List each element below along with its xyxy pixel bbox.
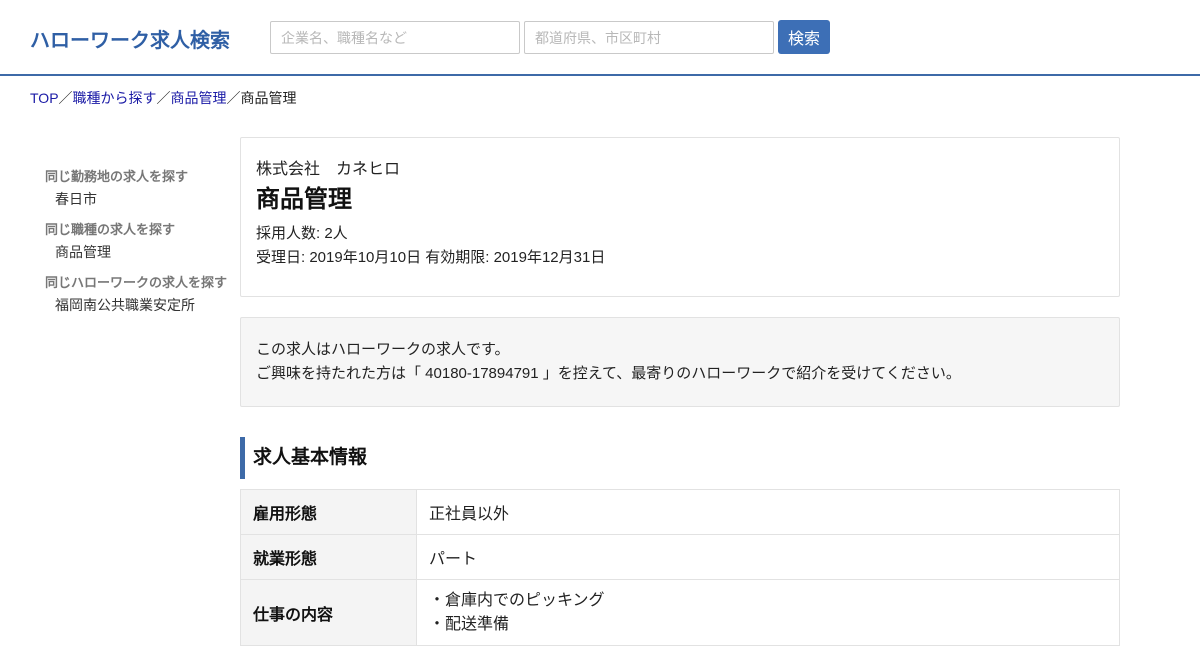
row-value: 正社員以外: [416, 489, 1120, 535]
breadcrumb-separator: ／: [58, 90, 73, 106]
sidebar: 同じ勤務地の求人を探す 春日市 同じ職種の求人を探す 商品管理 同じハローワーク…: [45, 168, 235, 327]
section-heading: 求人基本情報: [240, 437, 1120, 479]
hellowork-notice: この求人はハローワークの求人です。 ご興味を持たれた方は「 40180-1789…: [240, 317, 1120, 407]
row-value: パート: [416, 534, 1120, 580]
keyword-search-input[interactable]: [270, 21, 520, 54]
sidebar-heading: 同じハローワークの求人を探す: [45, 275, 228, 290]
table-row: 就業形態 パート: [240, 534, 1120, 580]
site-title-link[interactable]: ハローワーク求人検索: [30, 24, 230, 53]
sidebar-link-occupation[interactable]: 商品管理: [45, 242, 235, 262]
breadcrumb-category-link[interactable]: 職種から探す: [73, 90, 157, 106]
breadcrumb-top-link[interactable]: TOP: [30, 90, 59, 106]
site-header: ハローワーク求人検索 検索: [0, 0, 1200, 76]
sidebar-heading: 同じ勤務地の求人を探す: [45, 169, 189, 184]
hires-count: 採用人数: 2人: [256, 225, 348, 242]
job-dates: 受理日: 2019年10月10日 有効期限: 2019年12月31日: [256, 249, 606, 266]
row-label: 就業形態: [240, 534, 417, 580]
row-value: ・倉庫内でのピッキング ・配送準備: [416, 579, 1120, 646]
notice-line: この求人はハローワークの求人です。: [256, 341, 510, 358]
notice-line: ご興味を持たれた方は「 40180-17894791 」を控えて、最寄りのハロー…: [256, 365, 961, 382]
sidebar-group-hellowork: 同じハローワークの求人を探す 福岡南公共職業安定所: [45, 274, 235, 315]
sidebar-link-location[interactable]: 春日市: [45, 189, 235, 209]
breadcrumb-occupation-link[interactable]: 商品管理: [171, 90, 227, 106]
job-summary-card: 株式会社 カネヒロ 商品管理 採用人数: 2人 受理日: 2019年10月10日…: [240, 137, 1120, 297]
duty-item: ・倉庫内でのピッキング: [429, 591, 605, 609]
row-label: 雇用形態: [240, 489, 417, 535]
breadcrumb-current: 商品管理: [240, 90, 297, 106]
table-row: 雇用形態 正社員以外: [240, 489, 1120, 535]
job-info-table: 雇用形態 正社員以外 就業形態 パート 仕事の内容 ・倉庫内でのピッキング ・配…: [240, 489, 1120, 646]
sidebar-group-occupation: 同じ職種の求人を探す 商品管理: [45, 221, 235, 262]
breadcrumb: TOP／職種から探す／商品管理／商品管理: [30, 88, 297, 108]
row-label: 仕事の内容: [240, 579, 417, 646]
breadcrumb-separator: ／: [226, 90, 241, 106]
sidebar-group-location: 同じ勤務地の求人を探す 春日市: [45, 168, 235, 209]
location-search-input[interactable]: [524, 21, 774, 54]
sidebar-heading: 同じ職種の求人を探す: [45, 222, 176, 237]
company-name: 株式会社 カネヒロ: [256, 161, 401, 178]
job-title: 商品管理: [256, 186, 352, 213]
search-button[interactable]: 検索: [778, 20, 830, 54]
table-row: 仕事の内容 ・倉庫内でのピッキング ・配送準備: [240, 579, 1120, 646]
duty-item: ・配送準備: [429, 615, 510, 633]
sidebar-link-hellowork[interactable]: 福岡南公共職業安定所: [45, 295, 235, 315]
breadcrumb-separator: ／: [156, 90, 171, 106]
